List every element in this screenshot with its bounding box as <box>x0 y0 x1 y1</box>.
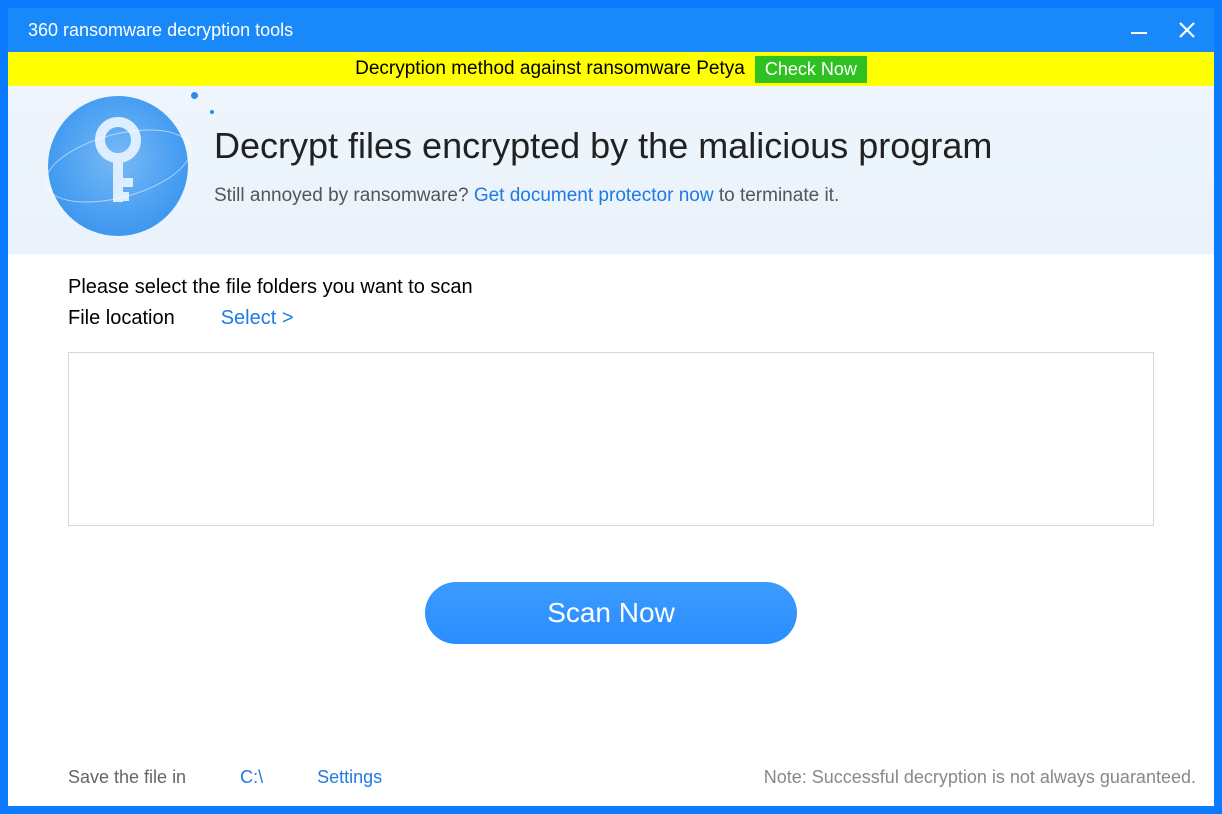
hero-section: Decrypt files encrypted by the malicious… <box>8 86 1214 254</box>
save-path-link[interactable]: C:\ <box>240 767 263 788</box>
window-title: 360 ransomware decryption tools <box>28 20 1124 41</box>
scan-button-wrap: Scan Now <box>68 582 1154 644</box>
footer-note: Note: Successful decryption is not alway… <box>764 767 1196 788</box>
hero-text: Decrypt files encrypted by the malicious… <box>214 125 1194 207</box>
titlebar: 360 ransomware decryption tools <box>8 8 1214 52</box>
minimize-icon <box>1128 19 1150 41</box>
scan-now-button[interactable]: Scan Now <box>425 582 797 644</box>
dot-icon <box>191 92 198 99</box>
banner-text: Decryption method against ransomware Pet… <box>355 58 745 80</box>
save-file-label: Save the file in <box>68 767 186 788</box>
file-location-label: File location <box>68 307 175 330</box>
main-content: Please select the file folders you want … <box>8 254 1214 767</box>
close-icon <box>1177 20 1197 40</box>
folder-list[interactable] <box>68 352 1154 526</box>
window-controls <box>1124 15 1214 45</box>
check-now-button[interactable]: Check Now <box>755 56 867 83</box>
promo-banner: Decryption method against ransomware Pet… <box>8 52 1214 86</box>
instruction-text: Please select the file folders you want … <box>68 276 1154 299</box>
footer: Save the file in C:\ Settings Note: Succ… <box>8 767 1214 806</box>
hero-sub-prefix: Still annoyed by ransomware? <box>214 185 474 206</box>
key-badge-icon <box>48 96 188 236</box>
settings-link[interactable]: Settings <box>317 767 382 788</box>
minimize-button[interactable] <box>1124 15 1154 45</box>
hero-sub-suffix: to terminate it. <box>714 185 840 206</box>
app-window: 360 ransomware decryption tools Decrypti… <box>8 8 1214 806</box>
select-folder-link[interactable]: Select > <box>221 307 294 330</box>
hero-title: Decrypt files encrypted by the malicious… <box>214 125 1194 167</box>
file-location-row: File location Select > <box>68 307 1154 330</box>
dot-icon <box>210 110 214 114</box>
document-protector-link[interactable]: Get document protector now <box>474 185 714 206</box>
close-button[interactable] <box>1172 15 1202 45</box>
hero-subtitle: Still annoyed by ransomware? Get documen… <box>214 185 1194 207</box>
